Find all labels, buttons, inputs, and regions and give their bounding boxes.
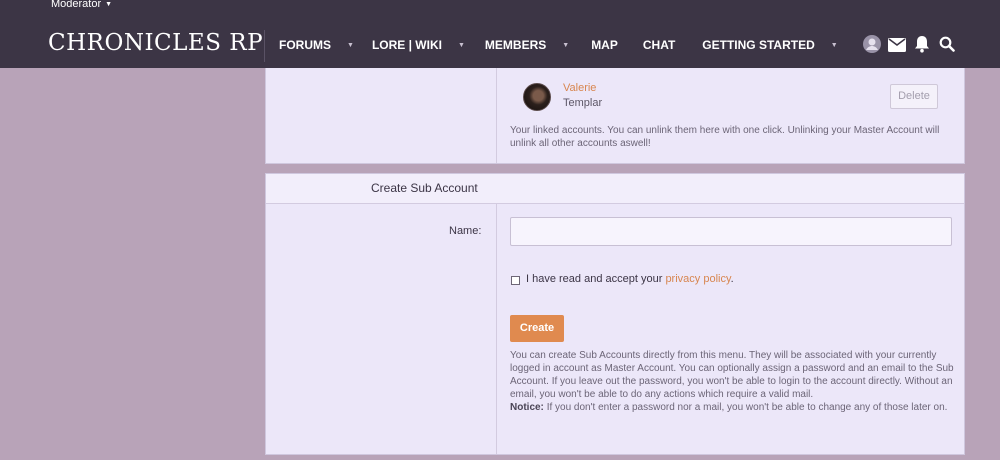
nav-icons — [862, 34, 955, 58]
privacy-policy-link[interactable]: privacy policy — [665, 273, 730, 285]
policy-text: I have read and accept your — [526, 273, 663, 285]
policy-end: . — [730, 273, 734, 285]
privacy-policy-label: I have read and accept your privacy poli… — [526, 273, 734, 285]
chevron-down-icon[interactable]: ▼ — [458, 42, 465, 49]
delete-button[interactable]: Delete — [890, 84, 938, 109]
nav-label: MAP — [591, 38, 618, 52]
panel-label-column — [266, 68, 497, 163]
divider — [264, 30, 265, 62]
create-button[interactable]: Create — [510, 315, 564, 342]
nav-label: CHAT — [642, 38, 676, 52]
nav-label: LORE | WIKI — [371, 38, 442, 52]
bell-icon[interactable] — [914, 35, 930, 57]
linked-accounts-panel: Valerie Templar Delete Your linked accou… — [265, 68, 965, 164]
nav-item-chat[interactable]: CHAT — [643, 38, 675, 52]
nav-label: GETTING STARTED — [702, 38, 815, 52]
name-input[interactable] — [510, 217, 952, 246]
avatar-icon[interactable] — [862, 34, 882, 58]
nav-label: FORUMS — [279, 38, 331, 52]
panel-label-column — [266, 204, 497, 454]
linked-account-role: Templar — [563, 97, 603, 109]
notice-label: Notice: — [510, 402, 544, 413]
nav-item-members[interactable]: MEMBERS ▼ — [485, 38, 569, 52]
mail-icon[interactable] — [888, 37, 906, 56]
search-icon[interactable] — [939, 36, 955, 56]
panel-header: Create Sub Account — [266, 174, 964, 204]
nav-label: MEMBERS — [484, 38, 547, 52]
chevron-down-icon[interactable]: ▼ — [831, 42, 838, 49]
moderator-menu[interactable]: Moderator ▼ — [51, 0, 112, 10]
create-sub-account-panel: Create Sub Account Name: I have read and… — [265, 173, 965, 455]
nav-item-map[interactable]: MAP — [591, 38, 618, 52]
linked-account-name[interactable]: Valerie — [563, 82, 596, 94]
hint-text: You can create Sub Accounts directly fro… — [510, 350, 954, 400]
nav-item-forums[interactable]: FORUMS ▼ — [279, 38, 354, 52]
main-nav: FORUMS ▼ LORE | WIKI ▼ MEMBERS ▼ MAP CHA… — [279, 38, 838, 52]
nav-item-lore-wiki[interactable]: LORE | WIKI ▼ — [372, 38, 465, 52]
chevron-down-icon[interactable]: ▼ — [347, 42, 354, 49]
moderator-label: Moderator — [51, 0, 102, 10]
create-sub-account-hint: You can create Sub Accounts directly fro… — [510, 349, 955, 414]
name-label: Name: — [449, 225, 482, 237]
chevron-down-icon[interactable]: ▼ — [562, 42, 569, 49]
linked-accounts-hint: Your linked accounts. You can unlink the… — [510, 125, 940, 149]
notice-text: If you don't enter a password nor a mail… — [546, 402, 948, 413]
avatar[interactable] — [523, 83, 551, 111]
panel-title: Create Sub Account — [371, 181, 478, 195]
privacy-checkbox[interactable] — [511, 276, 520, 285]
chevron-down-icon: ▼ — [105, 0, 113, 8]
top-navbar: Moderator ▼ CHRONICLES RP FORUMS ▼ LORE |… — [0, 0, 1000, 68]
nav-item-getting-started[interactable]: GETTING STARTED ▼ — [702, 38, 837, 52]
site-logo[interactable]: CHRONICLES RP — [48, 30, 263, 56]
